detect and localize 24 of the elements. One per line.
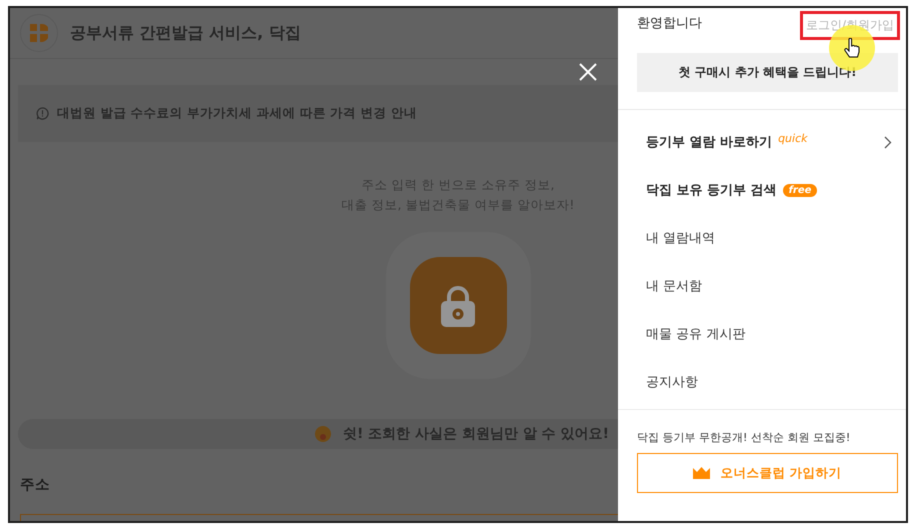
menu-item[interactable]: 닥집 보유 등기부 검색 free bbox=[618, 166, 906, 214]
info-icon bbox=[36, 107, 49, 120]
greeting-text: 환영합니다 bbox=[637, 15, 702, 32]
menu-item[interactable]: 공지사항 bbox=[618, 358, 906, 406]
promo-button[interactable]: 첫 구매시 추가 혜택을 드립니다! bbox=[637, 53, 898, 92]
lock-icon bbox=[441, 284, 475, 326]
footer-note: 닥집 등기부 무한공개! 선착순 회원 모집중! bbox=[637, 430, 852, 445]
menu-item[interactable]: 내 문서함 bbox=[618, 262, 906, 310]
menu-label: 매물 공유 게시판 bbox=[646, 326, 746, 343]
free-badge: free bbox=[782, 184, 818, 196]
page-title: 공부서류 간편발급 서비스, 닥집 bbox=[70, 22, 301, 44]
menu-label: 내 문서함 bbox=[646, 278, 702, 295]
crown-icon bbox=[693, 467, 710, 479]
hand-cursor-icon bbox=[844, 38, 860, 58]
menu-label: 닥집 보유 등기부 검색 bbox=[646, 182, 777, 199]
quick-tag: quick bbox=[778, 132, 808, 145]
menu-item[interactable]: 내 열람내역 bbox=[618, 214, 906, 262]
menu-item[interactable]: 매물 공유 게시판 bbox=[618, 310, 906, 358]
menu-label: 공지사항 bbox=[646, 374, 698, 391]
close-icon[interactable] bbox=[579, 63, 597, 81]
address-label: 주소 bbox=[20, 476, 51, 494]
menu-label: 내 열람내역 bbox=[646, 230, 716, 247]
logo-icon bbox=[20, 14, 58, 52]
shushing-emoji-icon bbox=[314, 426, 331, 442]
